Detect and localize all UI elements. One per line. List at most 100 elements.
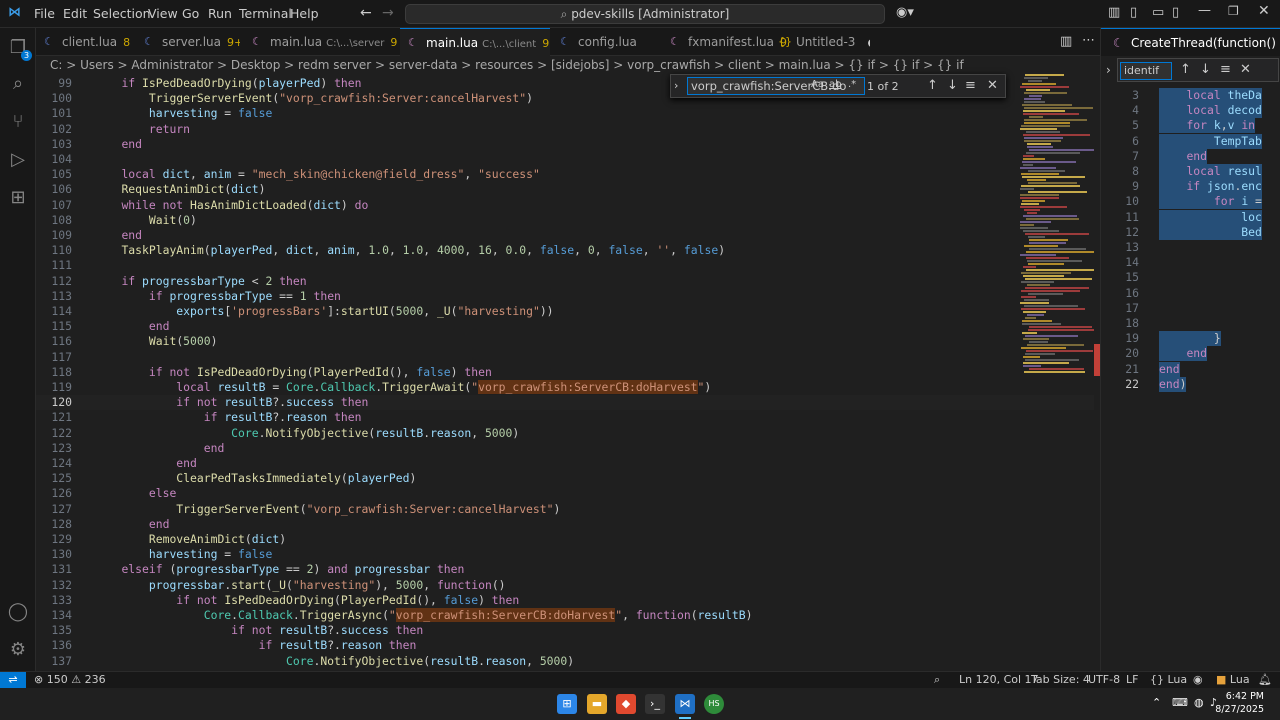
toggle-sidebar-icon[interactable]: ▥ — [1108, 5, 1120, 20]
code-line[interactable]: 104 — [36, 152, 1100, 167]
code-line[interactable]: 114 exports['progressBars']:startUI(5000… — [36, 304, 1100, 319]
code-line[interactable]: 106 RequestAnimDict(dict) — [36, 182, 1100, 197]
toggle-replace-icon[interactable]: › — [1106, 63, 1111, 77]
code-line[interactable]: 8 local resul — [1101, 164, 1280, 179]
code-line[interactable]: 118 if not IsPedDeadOrDying(PlayerPedId(… — [36, 365, 1100, 380]
code-line[interactable]: 133 if not IsPedDeadOrDying(PlayerPedId(… — [36, 593, 1100, 608]
code-line[interactable]: 4 local decod — [1101, 103, 1280, 119]
code-line[interactable]: 136 if resultB?.reason then — [36, 638, 1100, 653]
forward-arrow-icon[interactable]: → — [382, 5, 394, 21]
remote-indicator[interactable]: ⇌ — [0, 672, 26, 688]
code-line[interactable]: 130 harvesting = false — [36, 547, 1100, 562]
find-in-selection-icon[interactable]: ≡ — [1220, 62, 1231, 77]
notifications-icon[interactable]: 🔔︎ — [1258, 672, 1272, 688]
code-line[interactable]: 17 — [1101, 301, 1280, 316]
hs-app-icon[interactable]: HS — [704, 694, 724, 714]
layout-icon[interactable]: ▭ — [1152, 5, 1164, 20]
code-line[interactable]: 124 end — [36, 456, 1100, 471]
code-line[interactable]: 14 — [1101, 255, 1280, 270]
menu-go[interactable]: Go — [182, 6, 199, 21]
terminal-icon[interactable]: ›_ — [645, 694, 665, 714]
search-icon[interactable]: ⌕ — [6, 72, 30, 96]
tab-config-lua[interactable]: ☾ config.lua — [552, 28, 656, 56]
code-line[interactable]: 111 — [36, 258, 1100, 273]
copilot-icon[interactable]: ◉▾ — [896, 5, 914, 20]
code-line[interactable]: 131 elseif (progressbarType == 2) and pr… — [36, 562, 1100, 577]
vscode-taskbar-icon[interactable]: ⋈ — [675, 694, 695, 714]
source-control-icon[interactable]: ⑂ — [6, 110, 30, 134]
code-line[interactable]: 20 end — [1101, 346, 1280, 362]
split-editor-icon[interactable]: ▥ — [1060, 34, 1072, 49]
code-line[interactable]: 6 TempTab — [1101, 133, 1280, 149]
menu-selection[interactable]: Selection — [93, 6, 151, 21]
code-line[interactable]: 126 else — [36, 486, 1100, 501]
code-line[interactable]: 19 } — [1101, 331, 1280, 347]
end-of-line[interactable]: LF — [1126, 672, 1138, 688]
tab-server-lua[interactable]: ☾ server.lua 9+ — [136, 28, 240, 56]
menu-run[interactable]: Run — [208, 6, 232, 21]
code-line[interactable]: 116 Wait(5000) — [36, 334, 1100, 349]
code-line[interactable]: 125 ClearPedTasksImmediately(playerPed) — [36, 471, 1100, 486]
find-in-selection-icon[interactable]: ≡ — [965, 78, 976, 93]
menu-help[interactable]: Help — [290, 6, 319, 21]
tab-client-lua[interactable]: ☾ client.lua 8 — [36, 28, 134, 56]
find-input[interactable]: identif — [1120, 62, 1172, 80]
code-line[interactable]: 22 end) — [1101, 376, 1280, 392]
code-line[interactable]: 7 end — [1101, 148, 1280, 164]
code-line[interactable]: 107 while not HasAnimDictLoaded(dict) do — [36, 198, 1100, 213]
code-line[interactable]: 121 if resultB?.reason then — [36, 410, 1100, 425]
menu-view[interactable]: View — [148, 6, 178, 21]
problems-indicator[interactable]: ⊗ 150 ⚠ 236 — [34, 672, 106, 688]
next-match-icon[interactable]: ↓ — [947, 78, 958, 93]
code-line[interactable]: 110 TaskPlayAnim(playerPed, dict, anim, … — [36, 243, 1100, 258]
maximize-button[interactable]: ❐ — [1228, 4, 1239, 18]
settings-gear-icon[interactable]: ⚙ — [6, 638, 30, 662]
file-explorer-icon[interactable]: ▬ — [587, 694, 607, 714]
code-line[interactable]: 117 — [36, 350, 1100, 365]
close-find-icon[interactable]: ✕ — [987, 78, 998, 93]
code-line[interactable]: 115 end — [36, 319, 1100, 334]
code-line[interactable]: 12 Bed — [1101, 224, 1280, 240]
cursor-position[interactable]: Ln 120, Col 17 — [959, 672, 1039, 688]
code-line[interactable]: 109 end — [36, 228, 1100, 243]
code-editor[interactable]: 99 if IsPedDeadOrDying(playerPed) then 10… — [36, 74, 1100, 671]
toggle-panel-icon[interactable]: ▯ — [1130, 5, 1137, 20]
code-line[interactable]: 16 — [1101, 286, 1280, 301]
code-line[interactable]: 102 return — [36, 122, 1100, 137]
previous-match-icon[interactable]: ↑ — [1180, 62, 1191, 77]
code-line[interactable]: 123 end — [36, 441, 1100, 456]
code-line[interactable]: 103 end — [36, 137, 1100, 152]
language-mode[interactable]: {} Lua — [1150, 672, 1187, 688]
code-line[interactable]: 119 local resultB = Core.Callback.Trigge… — [36, 380, 1100, 395]
code-line[interactable]: 21 end — [1101, 361, 1280, 377]
code-line[interactable]: 122 Core.NotifyObjective(resultB.reason,… — [36, 426, 1100, 441]
extensions-icon[interactable]: ⊞ — [6, 186, 30, 210]
code-line[interactable]: 5 for k,v in — [1101, 118, 1280, 134]
match-case-toggle[interactable]: Aa — [811, 79, 824, 90]
tab-main-lua-client[interactable]: ☾main.luaC:\...\client9+✕ — [400, 28, 550, 56]
encoding[interactable]: UTF-8 — [1088, 672, 1120, 688]
back-arrow-icon[interactable]: ← — [360, 5, 372, 21]
copilot-status-icon[interactable]: ◉ — [1193, 672, 1203, 688]
code-line[interactable]: 9 if json.enc — [1101, 179, 1280, 195]
code-line[interactable]: 101 harvesting = false — [36, 106, 1100, 121]
code-line[interactable]: 105 local dict, anim = "mech_skin@chicke… — [36, 167, 1100, 182]
code-line[interactable]: 15 — [1101, 270, 1280, 285]
wifi-icon[interactable]: ◍ — [1194, 696, 1204, 709]
code-line[interactable]: 128 end — [36, 517, 1100, 532]
lua-server-status[interactable]: ■ Lua — [1216, 672, 1250, 688]
code-line[interactable]: 137 Core.NotifyObjective(resultB.reason,… — [36, 654, 1100, 669]
command-center[interactable]: ⌕ pdev-skills [Administrator] — [405, 4, 885, 24]
start-button[interactable]: ⊞ — [557, 694, 577, 714]
next-match-icon[interactable]: ↓ — [1200, 62, 1211, 77]
secondary-sidebar-icon[interactable]: ▯ — [1172, 5, 1179, 20]
clock[interactable]: 6:42 PM 8/27/2025 — [1215, 690, 1264, 716]
code-line[interactable]: 132 progressbar.start(_U("harvesting"), … — [36, 578, 1100, 593]
code-line[interactable]: 134 Core.Callback.TriggerAsync("vorp_cra… — [36, 608, 1100, 623]
minimap[interactable] — [1016, 74, 1094, 671]
code-line[interactable]: 10 for i = — [1101, 194, 1280, 210]
code-line[interactable]: 11 loc — [1101, 209, 1280, 225]
close-find-icon[interactable]: ✕ — [1240, 62, 1251, 77]
code-line[interactable]: 18 — [1101, 316, 1280, 331]
code-line[interactable]: 3 local theDa — [1101, 88, 1280, 103]
